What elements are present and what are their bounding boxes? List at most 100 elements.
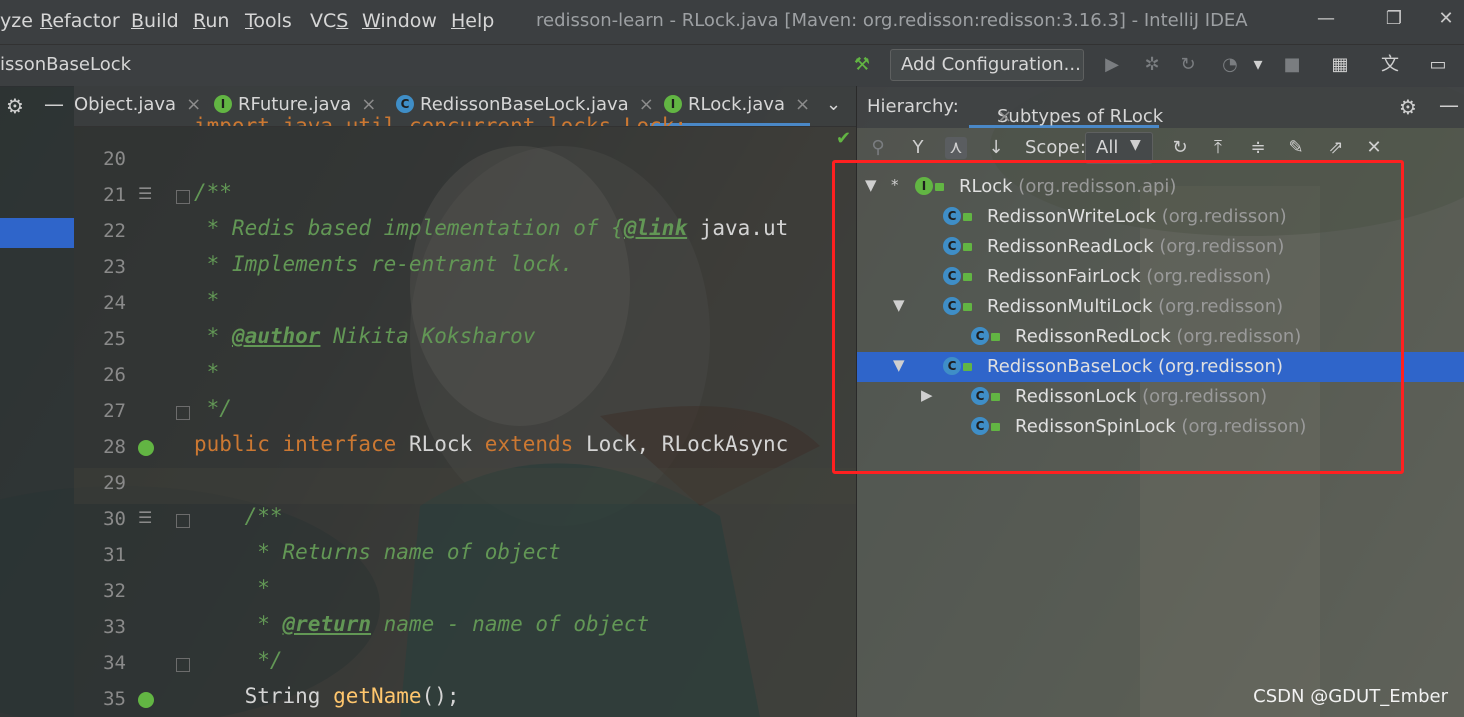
code-line: String getName(); [194, 684, 460, 708]
close-tab-icon[interactable]: × [361, 94, 376, 115]
chevron-down-icon[interactable]: ▾ [1246, 53, 1270, 77]
tab-subtypes-of-rlock[interactable]: Subtypes of RLock × [969, 86, 1163, 128]
window-title: redisson-learn - RLock.java [Maven: org.… [536, 10, 1248, 31]
code-line: * [194, 576, 270, 600]
line-number: 23 [103, 256, 126, 278]
close-icon[interactable]: ✕ [1363, 137, 1385, 159]
line-number: 31 [103, 544, 126, 566]
implemented-marker-icon[interactable] [138, 692, 154, 708]
chevron-down-icon: ▼ [1130, 137, 1141, 153]
menu-analyze[interactable]: yze [0, 10, 33, 32]
supertypes-icon[interactable]: Y [907, 137, 929, 159]
code-line: /** [194, 180, 232, 204]
class-icon: C [396, 95, 414, 113]
translate-icon[interactable]: 文 [1378, 53, 1402, 77]
gear-icon[interactable]: ⚙ [6, 94, 24, 118]
code-editor[interactable]: Object.java × I RFuture.java × C RedissonBas… [74, 86, 856, 717]
maximize-icon[interactable]: ❐ [1374, 8, 1414, 29]
menu-help[interactable]: Help [451, 10, 494, 32]
fold-marker-icon[interactable] [176, 190, 190, 204]
menu-bar: yze Refactor Build Run Tools VCS Window … [0, 0, 1464, 44]
menu-vcs[interactable]: VCS [310, 10, 348, 32]
line-number: 26 [103, 364, 126, 386]
close-tab-icon[interactable]: × [795, 94, 810, 115]
highlight-annotation-box [832, 160, 1404, 474]
stop-icon[interactable]: ■ [1280, 53, 1304, 77]
fold-marker-icon[interactable] [176, 406, 190, 420]
tabs-overflow-chevron-icon[interactable]: ⌄ [826, 94, 841, 115]
line-number: 21 [103, 184, 126, 206]
add-configuration-button[interactable]: Add Configuration... [890, 49, 1084, 81]
presentation-icon[interactable]: ▭ [1426, 53, 1450, 77]
close-tab-icon[interactable]: × [186, 94, 201, 115]
code-line: * [194, 360, 220, 384]
menu-run[interactable]: Run [193, 10, 229, 32]
current-line-highlight [74, 468, 856, 504]
hierarchy-header: Hierarchy: Subtypes of RLock × ⚙ — [857, 86, 1464, 128]
implemented-marker-icon[interactable] [138, 440, 154, 456]
line-number: 20 [103, 148, 126, 170]
open-in-window-icon[interactable]: ⇗ [1325, 137, 1347, 159]
export-icon[interactable]: ⤒ [1207, 137, 1229, 159]
code-line-partial: import java.util.concurrent.locks.Lock; [194, 114, 688, 126]
menu-tools[interactable]: Tools [245, 10, 292, 32]
line-number: 30 [103, 508, 126, 530]
expand-all-icon[interactable]: ≑ [1247, 137, 1269, 159]
code-line: public interface RLock extends Lock, RLo… [194, 432, 789, 456]
close-window-icon[interactable]: ✕ [1426, 8, 1464, 29]
coverage-icon[interactable]: ↻ [1176, 53, 1200, 77]
line-number: 29 [103, 472, 126, 494]
line-number: 33 [103, 616, 126, 638]
line-number: 34 [103, 652, 126, 674]
breadcrumb[interactable]: issonBaseLock [0, 54, 131, 75]
inspection-ok-icon[interactable]: ✔ [836, 128, 851, 149]
menu-refactor[interactable]: Refactor [40, 10, 120, 32]
code-line: * Returns name of object [194, 540, 561, 564]
hide-panel-icon[interactable]: — [44, 92, 64, 116]
project-tree-selection[interactable] [0, 218, 74, 248]
render-doc-icon[interactable]: ☰ [138, 184, 152, 203]
close-tab-icon[interactable]: × [639, 94, 654, 115]
render-doc-icon[interactable]: ☰ [138, 508, 152, 527]
fold-marker-icon[interactable] [176, 514, 190, 528]
profile-icon[interactable]: ◔ [1218, 53, 1242, 77]
hide-panel-icon[interactable]: — [1439, 93, 1459, 117]
project-structure-icon[interactable]: ▦ [1328, 53, 1352, 77]
refresh-icon[interactable]: ↻ [1169, 137, 1191, 159]
menu-build[interactable]: Build [131, 10, 179, 32]
gear-icon[interactable]: ⚙ [1399, 95, 1417, 119]
sort-alphabetically-icon[interactable]: ↓ [985, 137, 1007, 159]
add-configuration-label: Add Configuration... [901, 54, 1081, 75]
tab-object-java[interactable]: Object.java × [74, 94, 201, 115]
code-line: * Implements re-entrant lock. [194, 252, 574, 276]
subtypes-icon[interactable]: ⋏ [945, 137, 967, 159]
scope-value: All [1096, 137, 1119, 158]
pin-icon[interactable]: ✎ [1285, 137, 1307, 159]
run-icon[interactable]: ▶ [1100, 53, 1124, 77]
line-number: 24 [103, 292, 126, 314]
line-number: 28 [103, 436, 126, 458]
code-line: * [194, 288, 220, 312]
navigation-bar: issonBaseLock ⚒ Add Configuration... ▶ ✲… [0, 44, 1464, 87]
line-number: 22 [103, 220, 126, 242]
code-line: */ [194, 396, 232, 420]
build-hammer-icon[interactable]: ⚒ [850, 53, 874, 77]
fold-marker-icon[interactable] [176, 658, 190, 672]
code-line: /** [194, 504, 283, 528]
tab-rfuture-java[interactable]: I RFuture.java × [214, 94, 376, 115]
code-line: */ [194, 648, 283, 672]
line-number: 25 [103, 328, 126, 350]
tab-redissonbaselock-java[interactable]: C RedissonBaseLock.java × [396, 94, 654, 115]
interface-icon: I [664, 95, 682, 113]
close-tab-icon[interactable]: × [997, 106, 1012, 127]
line-number: 32 [103, 580, 126, 602]
watermark: CSDN @GDUT_Ember [1253, 686, 1448, 707]
line-number: 27 [103, 400, 126, 422]
debug-icon[interactable]: ✲ [1140, 53, 1164, 77]
minimize-icon[interactable]: — [1306, 8, 1346, 29]
tab-rlock-java[interactable]: I RLock.java × [664, 94, 810, 115]
line-number: 35 [103, 688, 126, 710]
menu-window[interactable]: Window [362, 10, 437, 32]
interface-icon: I [214, 95, 232, 113]
type-hierarchy-icon[interactable]: ⚲ [867, 137, 889, 159]
